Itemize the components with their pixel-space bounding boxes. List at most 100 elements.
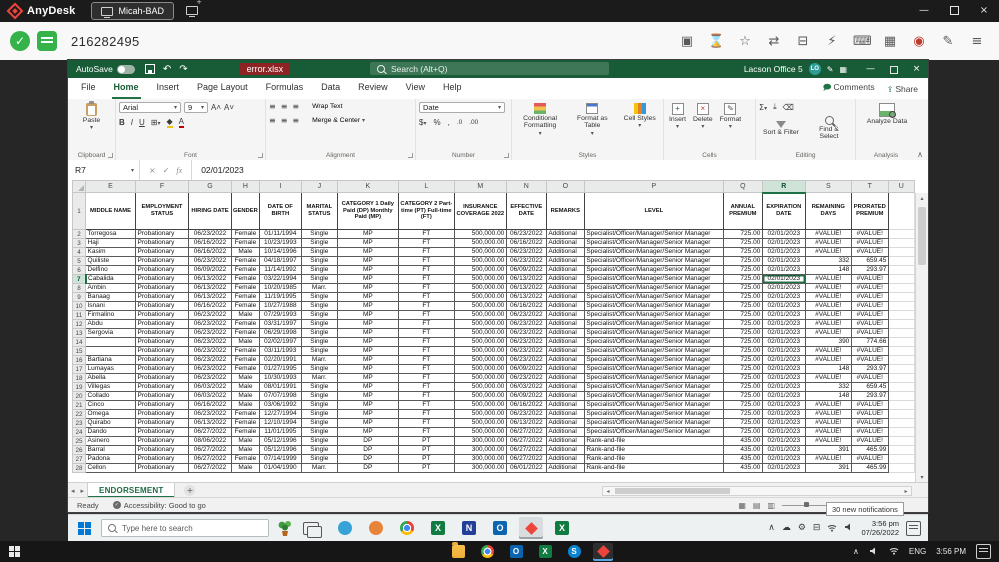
cell-U9[interactable] [887, 292, 915, 302]
cell-O27[interactable]: Additional [545, 454, 585, 464]
cell-G17[interactable]: 06/23/2022 [188, 364, 232, 374]
cell-L25[interactable]: PT [397, 436, 455, 446]
cell-J2[interactable]: Single [300, 229, 338, 239]
cell-H23[interactable]: Female [231, 418, 260, 428]
cell-N14[interactable]: 06/23/2022 [505, 337, 547, 347]
cell-K15[interactable]: MP [336, 346, 399, 356]
cell-H8[interactable]: Female [231, 283, 260, 293]
row-header-14[interactable]: 14 [72, 337, 86, 347]
header-cell-P[interactable]: LEVEL [583, 192, 724, 230]
header-cell-M[interactable]: INSURANCE COVERAGE 2022 [453, 192, 507, 230]
cell-K22[interactable]: MP [336, 409, 399, 419]
cell-E4[interactable]: Kasim [85, 247, 136, 257]
cell-P13[interactable]: Specialist/Officer/Manager/Senior Manage… [583, 328, 724, 338]
cell-S16[interactable]: #VALUE! [804, 355, 852, 365]
cell-M7[interactable]: 500,000.00 [453, 274, 507, 284]
page-layout-view-icon[interactable]: ▤ [753, 501, 761, 510]
excel-2-icon[interactable]: X [550, 517, 574, 539]
cell-F7[interactable]: Probationary [135, 274, 189, 284]
network-icon[interactable] [827, 523, 837, 534]
autosum-icon[interactable]: Σ▾ [759, 103, 767, 112]
cell-N24[interactable]: 06/27/2022 [505, 427, 547, 437]
cell-N10[interactable]: 06/16/2022 [505, 301, 547, 311]
cell-K4[interactable]: MP [336, 247, 399, 257]
row-header-25[interactable]: 25 [72, 436, 86, 446]
cell-M4[interactable]: 500,000.00 [453, 247, 507, 257]
cell-N26[interactable]: 06/27/2022 [505, 445, 547, 455]
menu-home[interactable]: Home [105, 78, 148, 99]
cell-M26[interactable]: 300,000.00 [453, 445, 507, 455]
cell-I13[interactable]: 06/29/1998 [258, 328, 302, 338]
row-header-12[interactable]: 12 [72, 319, 86, 329]
cell-E2[interactable]: Torregosa [85, 229, 136, 239]
cell-N13[interactable]: 06/23/2022 [505, 328, 547, 338]
chrome-icon[interactable] [477, 543, 497, 561]
cell-P19[interactable]: Specialist/Officer/Manager/Senior Manage… [583, 382, 724, 392]
cell-U18[interactable] [887, 373, 915, 383]
cell-G15[interactable]: 06/23/2022 [188, 346, 232, 356]
onenote-icon[interactable]: N [457, 517, 481, 539]
cell-M18[interactable]: 500,000.00 [453, 373, 507, 383]
local-hidden-icons-icon[interactable]: ∧ [853, 547, 859, 556]
cell-S2[interactable]: #VALUE! [804, 229, 852, 239]
cell-E23[interactable]: Quirabo [85, 418, 136, 428]
cell-I26[interactable]: 05/12/1996 [258, 445, 302, 455]
enter-icon[interactable]: ✓ [163, 166, 170, 175]
outlook-icon[interactable]: O [488, 517, 512, 539]
cell-J23[interactable]: Single [300, 418, 338, 428]
cell-L22[interactable]: FT [397, 409, 455, 419]
cell-P10[interactable]: Specialist/Officer/Manager/Senior Manage… [583, 301, 724, 311]
cell-O13[interactable]: Additional [545, 328, 585, 338]
add-sheet-button[interactable]: + [184, 485, 196, 496]
cell-F6[interactable]: Probationary [135, 265, 189, 275]
cell-P15[interactable]: Specialist/Officer/Manager/Senior Manage… [583, 346, 724, 356]
cell-T24[interactable]: #VALUE! [850, 427, 889, 437]
cell-L9[interactable]: FT [397, 292, 455, 302]
cell-G12[interactable]: 06/23/2022 [188, 319, 232, 329]
row-header-22[interactable]: 22 [72, 409, 86, 419]
redo-icon[interactable]: ↷ [179, 64, 187, 75]
cell-T13[interactable]: #VALUE! [850, 328, 889, 338]
cell-E5[interactable]: Quiliste [85, 256, 136, 266]
cell-J16[interactable]: Marr. [300, 355, 338, 365]
column-header-U[interactable]: U [887, 180, 915, 193]
row-header-27[interactable]: 27 [72, 454, 86, 464]
cell-L10[interactable]: FT [397, 301, 455, 311]
cell-L8[interactable]: FT [397, 283, 455, 293]
cell-R7[interactable]: 02/01/2023 [761, 274, 806, 284]
cell-M8[interactable]: 500,000.00 [453, 283, 507, 293]
cell-P14[interactable]: Specialist/Officer/Manager/Senior Manage… [583, 337, 724, 347]
cell-F14[interactable]: Probationary [135, 337, 189, 347]
hidden-icons-icon[interactable]: ∧ [768, 523, 775, 533]
cell-N25[interactable]: 06/27/2022 [505, 436, 547, 446]
wrap-text-button[interactable]: Wrap Text [312, 103, 342, 110]
cell-M27[interactable]: 300,000.00 [453, 454, 507, 464]
header-cell-J[interactable]: MARITAL STATUS [300, 192, 338, 230]
align-center-icon[interactable]: ≡ [281, 116, 288, 125]
cell-K10[interactable]: MP [336, 301, 399, 311]
cell-P17[interactable]: Specialist/Officer/Manager/Senior Manage… [583, 364, 724, 374]
cell-J7[interactable]: Single [300, 274, 338, 284]
cell-P12[interactable]: Specialist/Officer/Manager/Senior Manage… [583, 319, 724, 329]
sheet-tab-endorsement[interactable]: ENDORSEMENT [87, 483, 176, 498]
cell-J27[interactable]: Single [300, 454, 338, 464]
cell-Q15[interactable]: 725.00 [722, 346, 763, 356]
cell-T9[interactable]: #VALUE! [850, 292, 889, 302]
header-cell-O[interactable]: REMARKS [545, 192, 585, 230]
cell-K20[interactable]: MP [336, 391, 399, 401]
cell-H6[interactable]: Female [231, 265, 260, 275]
cell-H14[interactable]: Male [231, 337, 260, 347]
cell-R2[interactable]: 02/01/2023 [761, 229, 806, 239]
cell-R28[interactable]: 02/01/2023 [761, 463, 806, 473]
edge-icon[interactable] [333, 517, 357, 539]
cell-P18[interactable]: Specialist/Officer/Manager/Senior Manage… [583, 373, 724, 383]
column-header-I[interactable]: I [258, 180, 302, 193]
cell-I28[interactable]: 01/04/1990 [258, 463, 302, 473]
row-header-20[interactable]: 20 [72, 391, 86, 401]
cell-N7[interactable]: 06/13/2022 [505, 274, 547, 284]
cell-N18[interactable]: 06/23/2022 [505, 373, 547, 383]
cell-T8[interactable]: #VALUE! [850, 283, 889, 293]
cell-K28[interactable]: DP [336, 463, 399, 473]
cell-F13[interactable]: Probationary [135, 328, 189, 338]
cell-E22[interactable]: Omega [85, 409, 136, 419]
